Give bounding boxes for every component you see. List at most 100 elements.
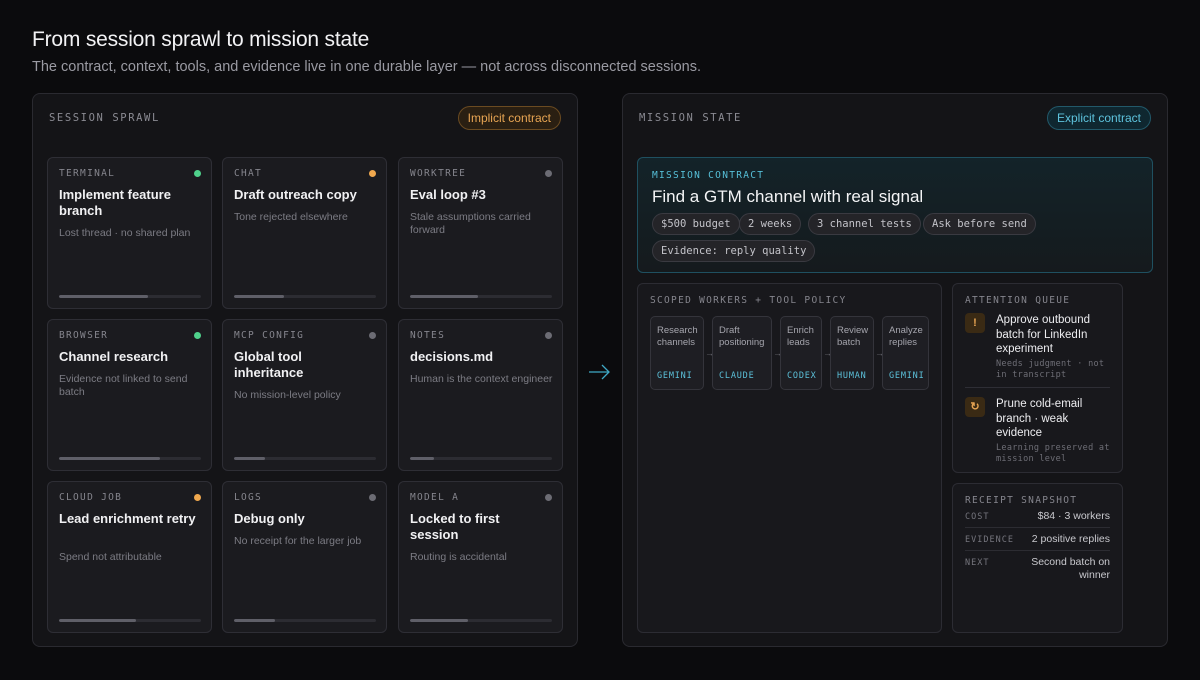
receipt-value: $84 · 3 workers xyxy=(1037,510,1110,522)
session-card[interactable]: LOGS Debug only No receipt for the larger … xyxy=(222,481,387,633)
worker-model: HUMAN xyxy=(837,371,867,381)
implicit-contract-badge: Implicit contract xyxy=(457,106,561,130)
session-card[interactable]: MCP CONFIG Global tool inheritance No miss… xyxy=(222,319,387,471)
session-title: Debug only xyxy=(234,511,305,526)
receipt-row: COST $84 · 3 workers xyxy=(965,510,1110,526)
worker-model: GEMINI xyxy=(657,371,693,381)
session-kind: NOTES xyxy=(410,330,446,341)
status-dot-icon xyxy=(194,170,201,177)
progress-fill xyxy=(59,295,149,298)
session-kind: BROWSER xyxy=(59,330,109,341)
status-dot-icon xyxy=(545,332,552,339)
progress-fill xyxy=(410,619,469,622)
attention-item[interactable]: ↻ Prune cold-email branch · weak evidenc… xyxy=(965,397,1110,467)
contract-chip: Evidence: reply quality xyxy=(652,240,816,262)
worker-node[interactable]: Analyze replies GEMINI xyxy=(882,316,929,390)
status-dot-icon xyxy=(545,494,552,501)
progress-fill xyxy=(234,295,284,298)
divider xyxy=(965,550,1110,551)
receipt-snapshot-panel: RECEIPT SNAPSHOT COST $84 · 3 workers EV… xyxy=(952,483,1123,633)
receipt-row: EVIDENCE 2 positive replies xyxy=(965,533,1110,549)
worker-node[interactable]: Review batch HUMAN xyxy=(830,316,874,390)
attention-queue-label: ATTENTION QUEUE xyxy=(965,295,1071,306)
session-title: Implement feature branch xyxy=(59,187,171,218)
session-kind: CLOUD JOB xyxy=(59,492,123,503)
status-dot-icon xyxy=(369,332,376,339)
session-card[interactable]: CHAT Draft outreach copy Tone rejected els… xyxy=(222,157,387,309)
contract-chip: $500 budget xyxy=(652,213,740,235)
progress-bar xyxy=(59,619,201,622)
session-card[interactable]: NOTES decisions.md Human is the context en… xyxy=(398,319,563,471)
session-title: Global tool inheritance xyxy=(234,349,304,380)
progress-bar xyxy=(59,457,201,460)
worker-task: Enrich leads xyxy=(787,325,814,348)
mission-state-label: MISSION STATE xyxy=(639,112,742,124)
session-note: Routing is accidental xyxy=(410,551,507,563)
progress-fill xyxy=(234,457,266,460)
worker-task: Draft positioning xyxy=(719,325,765,348)
progress-bar xyxy=(59,295,201,298)
alert-icon: ! xyxy=(965,313,985,333)
status-dot-icon xyxy=(545,170,552,177)
progress-bar xyxy=(234,457,376,460)
refresh-icon: ↻ xyxy=(965,397,985,417)
receipt-snapshot-label: RECEIPT SNAPSHOT xyxy=(965,495,1078,506)
progress-fill xyxy=(410,457,435,460)
worker-model: CODEX xyxy=(787,371,817,381)
mission-contract-label: MISSION CONTRACT xyxy=(652,170,765,181)
explicit-contract-badge: Explicit contract xyxy=(1046,106,1151,130)
session-note: Spend not attributable xyxy=(59,551,162,563)
session-title: Channel research xyxy=(59,349,169,364)
receipt-key: EVIDENCE xyxy=(965,535,1014,545)
attention-item-title: Prune cold-email branch · weak evidence xyxy=(996,398,1083,439)
status-dot-icon xyxy=(369,170,376,177)
session-kind: WORKTREE xyxy=(410,168,467,179)
status-dot-icon xyxy=(194,494,201,501)
page-subtitle: The contract, context, tools, and eviden… xyxy=(32,59,701,75)
worker-node[interactable]: Enrich leads CODEX xyxy=(780,316,822,390)
session-title: Eval loop #3 xyxy=(410,187,486,202)
session-card[interactable]: BROWSER Channel research Evidence not link… xyxy=(47,319,212,471)
worker-task: Review batch xyxy=(837,325,869,348)
progress-bar xyxy=(410,295,552,298)
session-card[interactable]: WORKTREE Eval loop #3 Stale assumptions ca… xyxy=(398,157,563,309)
session-title: decisions.md xyxy=(410,349,494,364)
receipt-value: 2 positive replies xyxy=(1031,533,1110,545)
divider xyxy=(965,387,1110,388)
worker-model: GEMINI xyxy=(889,371,925,381)
session-card[interactable]: MODEL A Locked to first session Routing is… xyxy=(398,481,563,633)
scoped-workers-label: SCOPED WORKERS + TOOL POLICY xyxy=(650,295,847,306)
worker-model: CLAUDE xyxy=(719,371,755,381)
attention-queue-panel: ATTENTION QUEUE ! Approve outbound batch… xyxy=(952,283,1123,473)
session-note: No receipt for the larger job xyxy=(234,535,362,547)
contract-chip: 2 weeks xyxy=(739,213,802,235)
session-note: Stale assumptions carried forward xyxy=(410,211,531,236)
progress-fill xyxy=(59,619,136,622)
attention-item-note: Needs judgment · not in transcript xyxy=(996,359,1105,380)
session-note: Evidence not linked to send batch xyxy=(59,373,188,398)
session-title: Lead enrichment retry xyxy=(59,511,196,526)
worker-node[interactable]: Research channels GEMINI xyxy=(650,316,704,390)
mission-contract-card[interactable]: MISSION CONTRACT Find a GTM channel with… xyxy=(637,157,1153,273)
progress-fill xyxy=(59,457,160,460)
attention-item[interactable]: ! Approve outbound batch for LinkedIn ex… xyxy=(965,313,1110,383)
progress-bar xyxy=(410,457,552,460)
receipt-key: NEXT xyxy=(965,558,990,568)
session-card[interactable]: TERMINAL Implement feature branch Lost thr… xyxy=(47,157,212,309)
status-dot-icon xyxy=(369,494,376,501)
status-dot-icon xyxy=(194,332,201,339)
receipt-value: Second batch on winner xyxy=(1031,556,1110,581)
receipt-key: COST xyxy=(965,512,990,522)
progress-bar xyxy=(410,619,552,622)
divider xyxy=(965,527,1110,528)
worker-node[interactable]: Draft positioning CLAUDE xyxy=(712,316,772,390)
session-kind: LOGS xyxy=(234,492,263,503)
contract-chip: 3 channel tests xyxy=(808,213,921,235)
arrow-right-icon xyxy=(589,364,610,380)
page-title: From session sprawl to mission state xyxy=(32,28,370,51)
session-title: Draft outreach copy xyxy=(234,187,357,202)
session-kind: MCP CONFIG xyxy=(234,330,305,341)
worker-task: Analyze replies xyxy=(889,325,923,348)
session-card[interactable]: CLOUD JOB Lead enrichment retry Spend not … xyxy=(47,481,212,633)
progress-bar xyxy=(234,619,376,622)
